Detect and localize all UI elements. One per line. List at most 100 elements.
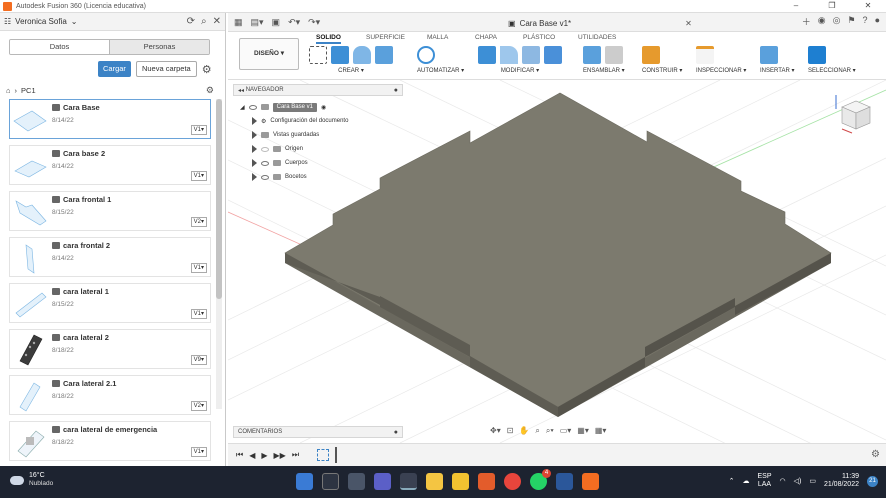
version-badge[interactable]: V1▾ (190, 171, 207, 181)
file-card[interactable]: cara lateral 1 8/15/22 V1▾ (9, 283, 211, 323)
new-folder-button[interactable]: Nueva carpeta (135, 61, 197, 77)
tree-item[interactable]: Bocetos (240, 170, 400, 184)
visibility-icon[interactable] (248, 104, 257, 110)
tree-item[interactable]: Cuerpos (240, 156, 400, 170)
snipping-tool-icon[interactable] (400, 473, 417, 490)
chamfer-icon[interactable] (522, 46, 540, 64)
search-icon[interactable] (322, 473, 339, 490)
browser-panel-header[interactable]: ◂◂ NAVEGADOR ● (233, 84, 403, 96)
pan-icon[interactable]: ✋ (519, 426, 529, 439)
sketch-icon[interactable] (309, 46, 327, 64)
go-to-end-icon[interactable]: ⏭ (292, 450, 299, 460)
fit-icon[interactable]: ⌕▾ (546, 426, 554, 439)
onedrive-icon[interactable]: ☁ (742, 477, 749, 485)
expand-icon[interactable] (252, 117, 257, 125)
offset-plane-icon[interactable] (642, 46, 660, 64)
version-badge[interactable]: V1▾ (190, 125, 207, 135)
go-to-start-icon[interactable]: ⏮ (236, 450, 243, 460)
expand-icon[interactable] (252, 159, 257, 167)
new-tab-icon[interactable]: ＋ (802, 15, 811, 28)
upload-button[interactable]: Cargar (98, 61, 131, 77)
volume-icon[interactable]: ◁) (794, 477, 802, 485)
extensions-icon[interactable]: ◉ (818, 15, 826, 28)
tab-chapa[interactable]: CHAPA (475, 34, 497, 41)
visibility-icon[interactable] (261, 174, 269, 180)
gear-icon[interactable]: ⚙ (202, 63, 212, 76)
help-icon[interactable]: ? (863, 15, 868, 28)
scrollbar-thumb[interactable] (216, 99, 222, 299)
chevron-up-icon[interactable]: ⌃ (729, 477, 735, 485)
sticky-notes-icon[interactable] (452, 473, 469, 490)
zoom-icon[interactable]: ⌕ (535, 426, 539, 439)
file-card[interactable]: Cara frontal 1 8/15/22 V2▾ (9, 191, 211, 231)
pin-icon[interactable]: ● (394, 429, 398, 436)
version-badge[interactable]: V1▾ (190, 263, 207, 273)
comments-panel-header[interactable]: COMENTARIOS ● (233, 426, 403, 438)
notifications-icon[interactable]: ⚑ (847, 15, 855, 28)
version-badge[interactable]: V2▾ (190, 217, 207, 227)
collapse-icon[interactable]: ◂◂ (238, 87, 244, 94)
close-icon[interactable]: ✕ (685, 19, 692, 28)
office-icon[interactable] (478, 473, 495, 490)
file-card[interactable]: cara lateral 2 8/18/22 V9▾ (9, 329, 211, 369)
look-at-icon[interactable]: ⊡ (507, 426, 514, 439)
tab-malla[interactable]: MALLA (427, 34, 448, 41)
weather-widget[interactable]: 16°C Nublado (10, 472, 53, 488)
language-indicator[interactable]: ESP LAA (757, 473, 771, 489)
chrome-icon[interactable] (504, 473, 521, 490)
version-badge[interactable]: V1▾ (190, 309, 207, 319)
start-icon[interactable] (296, 473, 313, 490)
file-card[interactable]: cara frontal 2 8/14/22 V1▾ (9, 237, 211, 277)
restore-button[interactable]: ❐ (814, 0, 850, 13)
revolve-icon[interactable] (353, 46, 371, 64)
battery-icon[interactable]: ▭ (809, 477, 816, 485)
minimize-button[interactable]: – (778, 0, 814, 13)
tree-item[interactable]: Origen (240, 142, 400, 156)
team-selector[interactable]: ☷ Veronica Sofia ⌄ (4, 17, 77, 26)
group-ensamblar[interactable]: ENSAMBLAR ▾ (583, 44, 625, 78)
automate-icon[interactable] (417, 46, 435, 64)
tab-superficie[interactable]: SUPERFICIE (366, 34, 405, 41)
press-pull-icon[interactable] (478, 46, 496, 64)
refresh-icon[interactable]: ⟳ (187, 16, 195, 27)
file-card[interactable]: Cara lateral 2.1 8/18/22 V2▾ (9, 375, 211, 415)
task-view-icon[interactable] (348, 473, 365, 490)
avatar[interactable]: ● (875, 15, 880, 28)
expand-icon[interactable] (252, 131, 257, 139)
clock[interactable]: 11:39 21/08/2022 (824, 473, 859, 489)
tree-item[interactable]: Vistas guardadas (240, 128, 400, 142)
fusion-360-icon[interactable] (582, 473, 599, 490)
measure-icon[interactable] (696, 46, 714, 64)
insert-image-icon[interactable] (760, 46, 778, 64)
redo-icon[interactable]: ↷▾ (308, 17, 320, 28)
expand-icon[interactable] (252, 173, 257, 181)
undo-icon[interactable]: ↶▾ (288, 17, 300, 28)
tab-utilidades[interactable]: UTILIDADES (578, 34, 616, 41)
file-explorer-icon[interactable] (426, 473, 443, 490)
version-badge[interactable]: V1▾ (190, 447, 207, 457)
version-badge[interactable]: V9▾ (190, 355, 207, 365)
search-icon[interactable]: ⌕ (201, 16, 207, 27)
grid-menu-icon[interactable]: ▦ (234, 17, 243, 28)
display-settings-icon[interactable]: ▭▾ (560, 426, 572, 439)
expand-icon[interactable]: ◢ (240, 104, 245, 111)
group-seleccionar[interactable]: SELECCIONAR ▾ (808, 44, 856, 78)
file-card[interactable]: Cara base 2 8/14/22 V1▾ (9, 145, 211, 185)
home-icon[interactable]: ⌂ (6, 86, 11, 95)
tab-solido[interactable]: SOLIDO (316, 34, 341, 44)
version-badge[interactable]: V2▾ (190, 401, 207, 411)
select-arrow-icon[interactable] (808, 46, 826, 64)
group-modificar[interactable]: MODIFICAR ▾ (478, 44, 562, 78)
step-forward-icon[interactable]: ▶▶ (274, 451, 286, 460)
file-list-scrollbar[interactable] (216, 99, 222, 409)
expand-icon[interactable] (252, 145, 257, 153)
whatsapp-icon[interactable]: 4 (530, 469, 551, 490)
play-icon[interactable]: ▶ (261, 451, 267, 460)
tree-root[interactable]: ◢ Cara Base v1 ◉ (240, 100, 400, 114)
fillet-icon[interactable] (500, 46, 518, 64)
save-icon[interactable]: ▣ (272, 17, 281, 28)
viewcube[interactable] (832, 93, 874, 135)
close-icon[interactable]: ✕ (213, 16, 221, 27)
step-back-icon[interactable]: ◀ (249, 451, 255, 460)
timeline-marker[interactable] (335, 447, 338, 463)
